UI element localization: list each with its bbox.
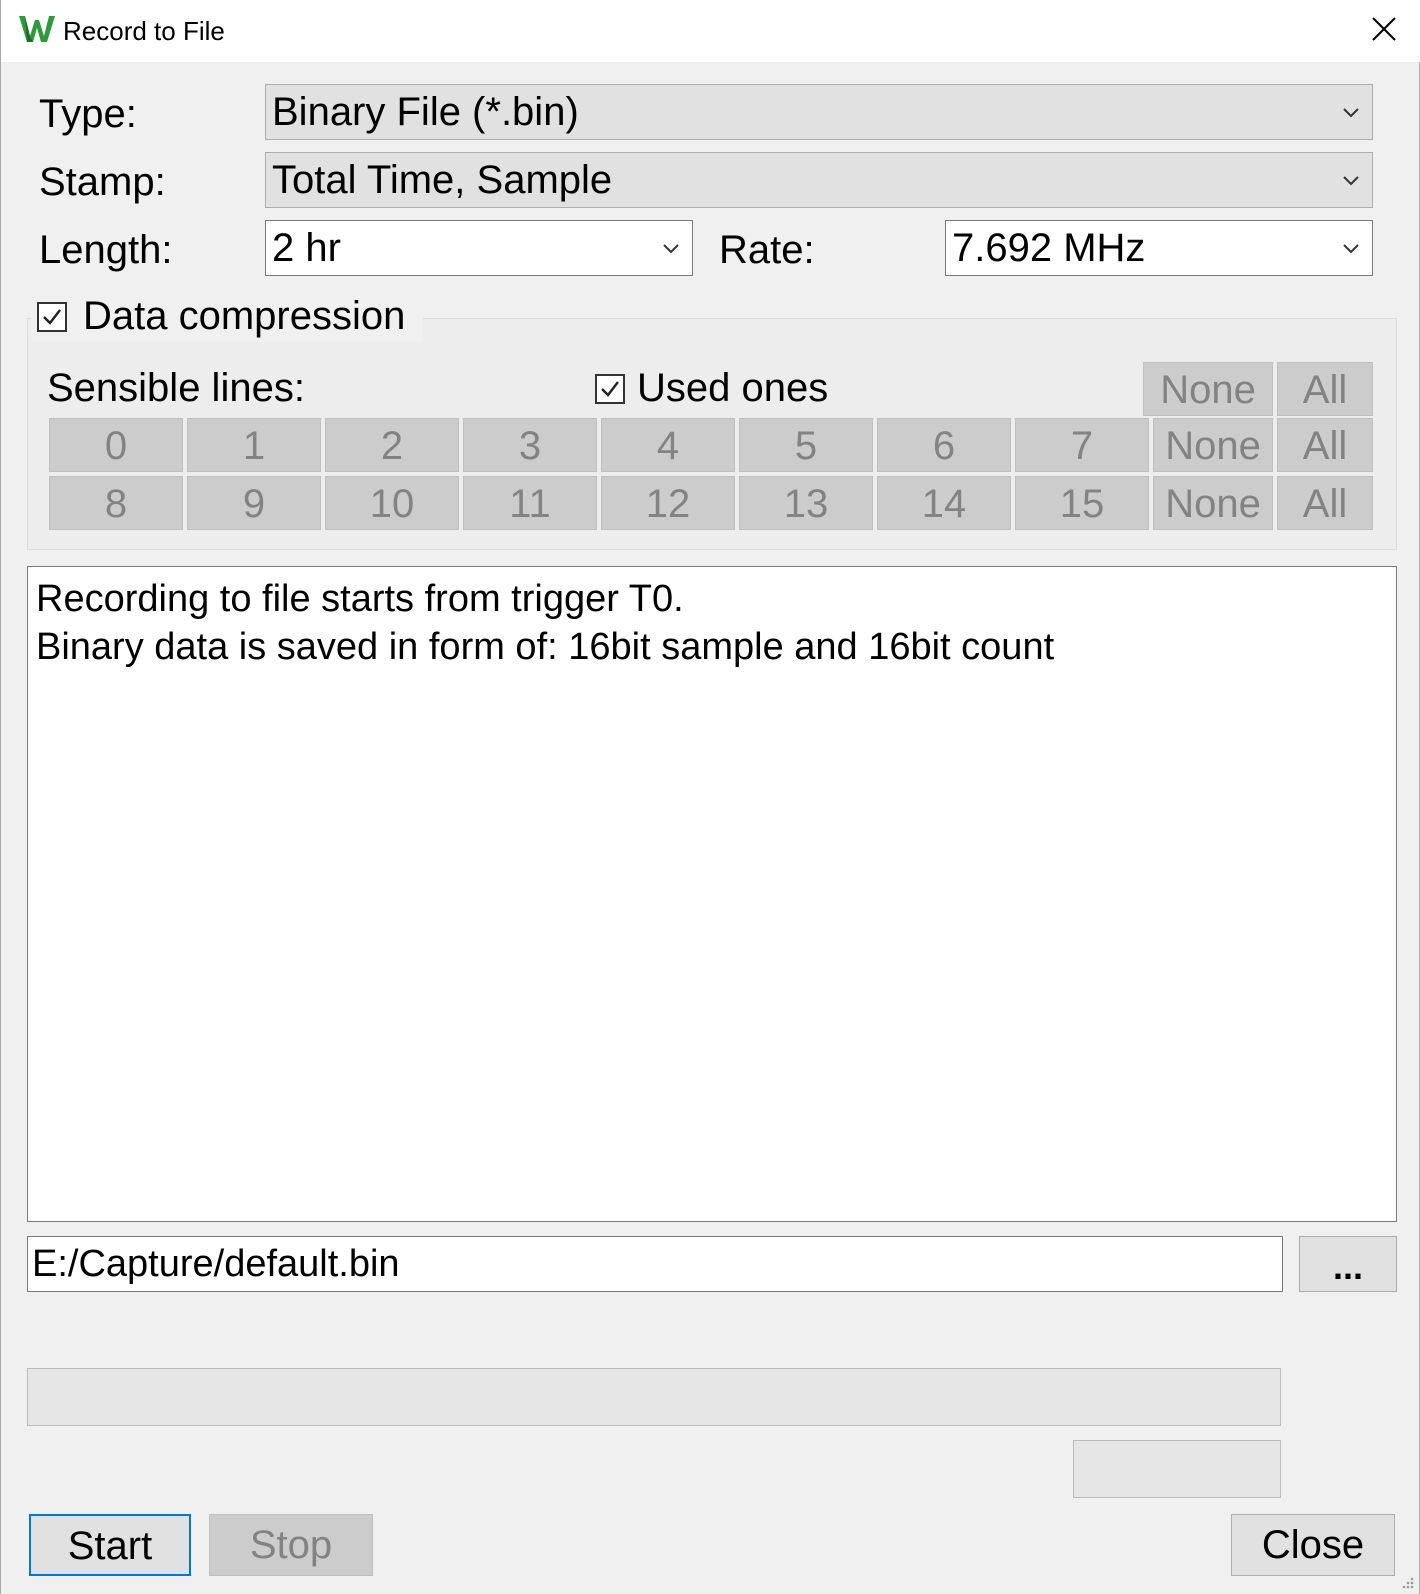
line-button-9[interactable]: 9 [187, 476, 321, 530]
chevron-down-icon [1343, 176, 1359, 186]
info-line-2: Binary data is saved in form of: 16bit s… [36, 626, 1055, 668]
line-button-14[interactable]: 14 [877, 476, 1011, 530]
checkmark-icon [601, 381, 619, 397]
sensible-lines-label: Sensible lines: [47, 366, 305, 410]
resize-grip-icon[interactable] [1399, 1574, 1415, 1590]
data-compression-label: Data compression [83, 294, 406, 338]
close-button[interactable]: Close [1231, 1514, 1395, 1576]
info-text-area[interactable]: Recording to file starts from trigger T0… [27, 566, 1397, 1222]
close-icon[interactable] [1369, 14, 1399, 44]
record-to-file-dialog: Record to File Type: Binary File (*.bin)… [0, 0, 1420, 1594]
line-button-13[interactable]: 13 [739, 476, 873, 530]
line-button-15[interactable]: 15 [1015, 476, 1149, 530]
line-button-1[interactable]: 1 [187, 418, 321, 472]
line-button-4[interactable]: 4 [601, 418, 735, 472]
progress-bar [27, 1368, 1281, 1426]
window-title: Record to File [63, 16, 225, 46]
stamp-value: Total Time, Sample [272, 158, 613, 202]
checkmark-icon [43, 309, 61, 325]
used-ones-checkbox[interactable] [595, 374, 625, 404]
chevron-down-icon [663, 244, 679, 254]
length-dropdown[interactable]: 2 hr [265, 220, 693, 276]
line-button-11[interactable]: 11 [463, 476, 597, 530]
chevron-down-icon [1343, 244, 1359, 254]
row2-none-button[interactable]: None [1153, 476, 1273, 530]
w-logo-icon [19, 16, 55, 42]
line-button-12[interactable]: 12 [601, 476, 735, 530]
data-compression-checkbox[interactable] [37, 302, 67, 332]
browse-button[interactable]: ... [1299, 1236, 1397, 1292]
rate-dropdown[interactable]: 7.692 MHz [945, 220, 1373, 276]
row1-none-button[interactable]: None [1153, 418, 1273, 472]
line-button-7[interactable]: 7 [1015, 418, 1149, 472]
header-all-button[interactable]: All [1277, 362, 1373, 416]
stamp-dropdown[interactable]: Total Time, Sample [265, 152, 1373, 208]
type-label: Type: [39, 92, 137, 136]
status-box [1073, 1440, 1281, 1498]
line-button-8[interactable]: 8 [49, 476, 183, 530]
file-path-input[interactable]: E:/Capture/default.bin [27, 1236, 1283, 1292]
line-button-10[interactable]: 10 [325, 476, 459, 530]
row2-all-button[interactable]: All [1277, 476, 1373, 530]
title-bar: Record to File [1, 0, 1420, 62]
used-ones-label: Used ones [637, 366, 829, 410]
info-line-1: Recording to file starts from trigger T0… [36, 578, 684, 620]
type-value: Binary File (*.bin) [272, 90, 579, 134]
line-button-6[interactable]: 6 [877, 418, 1011, 472]
rate-label: Rate: [719, 228, 815, 272]
length-value: 2 hr [272, 226, 341, 270]
stamp-label: Stamp: [39, 160, 166, 204]
line-button-2[interactable]: 2 [325, 418, 459, 472]
rate-value: 7.692 MHz [952, 226, 1146, 270]
row1-all-button[interactable]: All [1277, 418, 1373, 472]
header-none-button[interactable]: None [1143, 362, 1273, 416]
start-button[interactable]: Start [29, 1514, 191, 1576]
type-dropdown[interactable]: Binary File (*.bin) [265, 84, 1373, 140]
length-label: Length: [39, 228, 173, 272]
line-button-0[interactable]: 0 [49, 418, 183, 472]
line-button-5[interactable]: 5 [739, 418, 873, 472]
stop-button[interactable]: Stop [209, 1514, 373, 1576]
line-button-3[interactable]: 3 [463, 418, 597, 472]
chevron-down-icon [1343, 108, 1359, 118]
